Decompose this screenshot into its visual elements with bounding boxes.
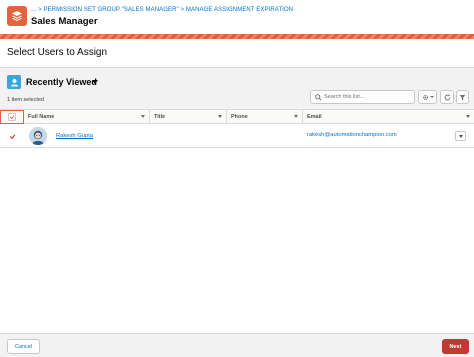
list-view-title[interactable]: Recently Viewed [26,77,97,87]
row-actions-button[interactable] [455,131,466,141]
layers-icon [7,6,27,26]
user-icon [7,75,21,89]
breadcrumb[interactable]: ... > PERMISSION SET GROUP "SALES MANAGE… [31,7,293,13]
column-label: Full Name [28,114,55,120]
gear-icon [422,94,428,100]
next-button[interactable]: Next [442,339,469,354]
column-label: Phone [231,114,248,120]
column-header-email[interactable]: Email [303,110,474,124]
search-box[interactable] [310,90,415,104]
column-header-full-name[interactable]: Full Name [24,110,150,124]
cancel-button[interactable]: Cancel [7,339,40,354]
chevron-down-icon[interactable] [141,115,145,118]
list-view-header: Recently Viewed 1 item selected [0,69,474,110]
section-header: Select Users to Assign [0,39,474,68]
column-header-title[interactable]: Title [150,110,227,124]
avatar [29,127,47,145]
refresh-icon [444,94,450,100]
footer-bar: Cancel Next [0,333,474,357]
filter-icon [459,94,466,100]
column-header-phone[interactable]: Phone [227,110,303,124]
chevron-down-icon [458,134,463,138]
section-title: Select Users to Assign [7,47,108,58]
search-input[interactable] [324,91,412,103]
row-checkbox[interactable] [8,132,16,140]
refresh-button[interactable] [440,90,454,104]
filter-button[interactable] [456,90,469,104]
page-title: Sales Manager [31,16,98,27]
table-header: Full Name Title Phone Email [0,110,474,124]
table-row[interactable]: Rakesh Gupta rakesh@automationchampion.c… [0,124,474,148]
list-settings-button[interactable] [418,90,437,104]
list-view-card: Recently Viewed 1 item selected Search t… [0,69,474,333]
check-icon [9,115,15,120]
chevron-down-icon[interactable] [218,115,222,118]
page-header: ... > PERMISSION SET GROUP "SALES MANAGE… [0,0,474,37]
chevron-down-icon[interactable] [92,80,98,84]
select-all-checkbox[interactable] [8,113,16,121]
user-name-link[interactable]: Rakesh Gupta [56,133,93,139]
column-label: Email [307,114,322,120]
column-label: Title [154,114,166,120]
chevron-down-icon [429,96,434,98]
chevron-down-icon[interactable] [466,115,470,118]
chevron-down-icon[interactable] [294,115,298,118]
selected-count: 1 item selected [7,97,44,103]
select-all-column[interactable] [0,110,24,124]
check-icon [9,133,15,139]
user-email-link[interactable]: rakesh@automationchampion.com [307,132,397,138]
search-icon [315,94,322,101]
